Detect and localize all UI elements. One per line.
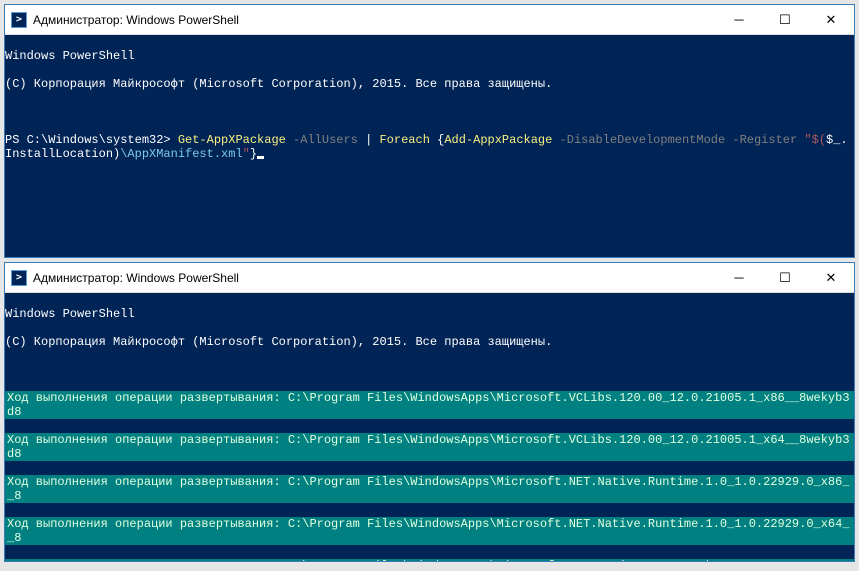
maximize-button[interactable]: ☐ <box>762 5 808 35</box>
param-disable: -DisableDevelopmentMode <box>552 133 725 147</box>
pipe: | <box>358 133 380 147</box>
var: $_ <box>826 133 840 147</box>
minimize-button[interactable]: ─ <box>716 5 762 35</box>
manifest: \AppXManifest.xml <box>120 147 242 161</box>
powershell-icon <box>11 12 27 28</box>
str-open: "$( <box>797 133 826 147</box>
param-register: -Register <box>725 133 797 147</box>
powershell-icon <box>11 270 27 286</box>
progress-line: Ход выполнения операции развертывания: C… <box>5 559 854 561</box>
prompt: PS C:\Windows\system32> <box>5 133 178 147</box>
ps-header-line1: Windows PowerShell <box>5 307 854 321</box>
cursor <box>257 156 264 159</box>
titlebar-1[interactable]: Администратор: Windows PowerShell ─ ☐ ✕ <box>5 5 854 35</box>
terminal-1[interactable]: Windows PowerShell (C) Корпорация Майкро… <box>5 35 854 257</box>
str-close: " <box>243 147 250 161</box>
ps-header-line2: (C) Корпорация Майкрософт (Microsoft Cor… <box>5 77 854 91</box>
ps-header-line1: Windows PowerShell <box>5 49 854 63</box>
terminal-2[interactable]: Windows PowerShell (C) Корпорация Майкро… <box>5 293 854 561</box>
cmd-foreach: Foreach <box>379 133 429 147</box>
cmd-add: Add-AppxPackage <box>444 133 552 147</box>
titlebar-2[interactable]: Администратор: Windows PowerShell ─ ☐ ✕ <box>5 263 854 293</box>
blank-line <box>5 363 854 377</box>
powershell-window-1: Администратор: Windows PowerShell ─ ☐ ✕ … <box>4 4 855 258</box>
brace-close: } <box>250 147 257 161</box>
blank-line <box>5 105 854 119</box>
window-title: Администратор: Windows PowerShell <box>33 13 716 27</box>
powershell-window-2: Администратор: Windows PowerShell ─ ☐ ✕ … <box>4 262 855 562</box>
window-title: Администратор: Windows PowerShell <box>33 271 716 285</box>
ps-header-line2: (C) Корпорация Майкрософт (Microsoft Cor… <box>5 335 854 349</box>
maximize-button[interactable]: ☐ <box>762 263 808 293</box>
progress-line: Ход выполнения операции развертывания: C… <box>5 433 854 461</box>
close-button[interactable]: ✕ <box>808 5 854 35</box>
progress-line: Ход выполнения операции развертывания: C… <box>5 475 854 503</box>
minimize-button[interactable]: ─ <box>716 263 762 293</box>
cmd-get: Get-AppXPackage <box>178 133 286 147</box>
progress-line: Ход выполнения операции развертывания: C… <box>5 391 854 419</box>
command-line: PS C:\Windows\system32> Get-AppXPackage … <box>5 133 854 161</box>
brace-open: { <box>430 133 444 147</box>
param-allusers: -AllUsers <box>286 133 358 147</box>
progress-line: Ход выполнения операции развертывания: C… <box>5 517 854 545</box>
close-button[interactable]: ✕ <box>808 263 854 293</box>
